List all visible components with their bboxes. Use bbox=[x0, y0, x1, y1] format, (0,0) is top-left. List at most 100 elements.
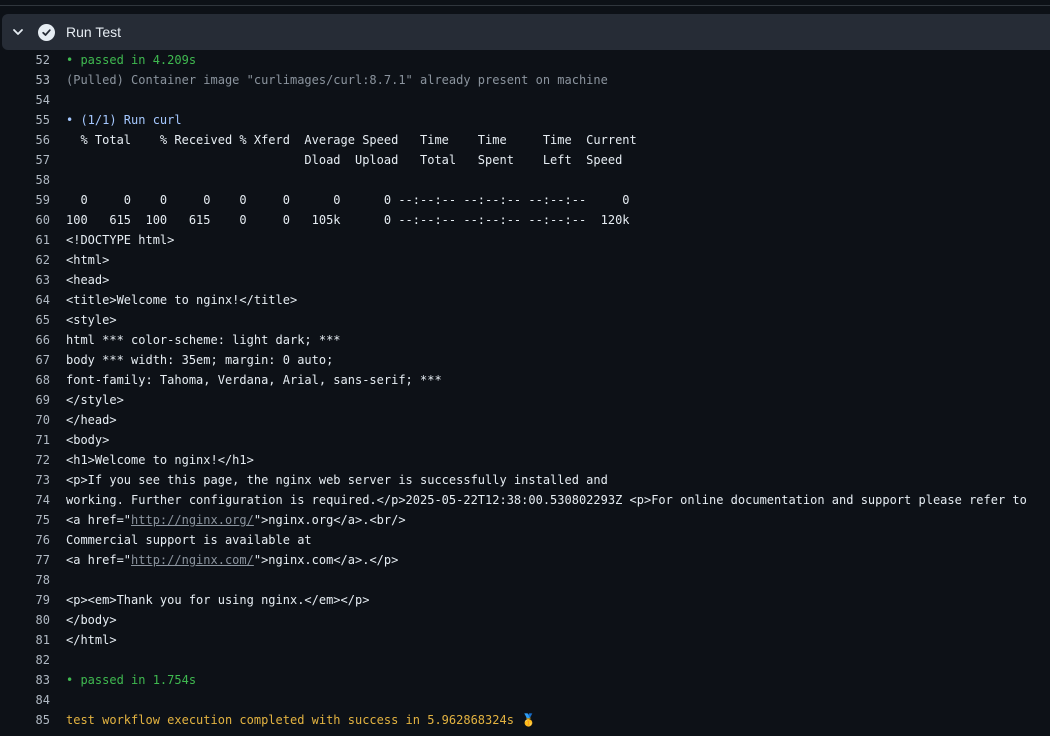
line-text: <style> bbox=[66, 310, 117, 330]
log-output: 52 • passed in 4.209s 53 (Pulled) Container… bbox=[0, 50, 1050, 730]
log-line: 72 <h1>Welcome to nginx!</h1> bbox=[0, 450, 1050, 470]
line-number[interactable]: 70 bbox=[0, 410, 50, 430]
line-number[interactable]: 64 bbox=[0, 290, 50, 310]
line-number[interactable]: 75 bbox=[0, 510, 50, 530]
log-line: 63 <head> bbox=[0, 270, 1050, 290]
line-number[interactable]: 81 bbox=[0, 630, 50, 650]
line-number[interactable]: 65 bbox=[0, 310, 50, 330]
line-text: 100 615 100 615 0 0 105k 0 --:--:-- --:-… bbox=[66, 210, 630, 230]
log-link[interactable]: http://nginx.com/ bbox=[131, 553, 254, 567]
log-line: 77 <a href="http://nginx.com/">nginx.com<… bbox=[0, 550, 1050, 570]
log-line: 58 bbox=[0, 170, 1050, 190]
line-number[interactable]: 56 bbox=[0, 130, 50, 150]
line-text: (Pulled) Container image "curlimages/cur… bbox=[66, 70, 608, 90]
line-number[interactable]: 57 bbox=[0, 150, 50, 170]
line-text: <a href="http://nginx.org/">nginx.org</a… bbox=[66, 510, 406, 530]
line-number[interactable]: 60 bbox=[0, 210, 50, 230]
log-segment: • (1/1) Run curl bbox=[66, 113, 182, 127]
line-text: test workflow execution completed with s… bbox=[66, 710, 536, 730]
log-line: 70 </head> bbox=[0, 410, 1050, 430]
line-text: <html> bbox=[66, 250, 109, 270]
top-divider bbox=[0, 5, 1050, 6]
log-link[interactable]: http://nginx.org/ bbox=[131, 513, 254, 527]
log-segment: (Pulled) Container image "curlimages/cur… bbox=[66, 73, 608, 87]
log-segment: <p><em>Thank you for using nginx.</em></… bbox=[66, 593, 370, 607]
line-number[interactable]: 66 bbox=[0, 330, 50, 350]
log-segment: Dload Upload Total Spent Left Speed bbox=[66, 153, 623, 167]
line-number[interactable]: 79 bbox=[0, 590, 50, 610]
line-number[interactable]: 78 bbox=[0, 570, 50, 590]
line-text: % Total % Received % Xferd Average Speed… bbox=[66, 130, 636, 150]
line-number[interactable]: 53 bbox=[0, 70, 50, 90]
line-number[interactable]: 74 bbox=[0, 490, 50, 510]
line-number[interactable]: 72 bbox=[0, 450, 50, 470]
line-number[interactable]: 59 bbox=[0, 190, 50, 210]
log-segment: <body> bbox=[66, 433, 110, 447]
log-line: 60 100 615 100 615 0 0 105k 0 --:--:-- --… bbox=[0, 210, 1050, 230]
log-segment: </head> bbox=[66, 413, 117, 427]
line-number[interactable]: 54 bbox=[0, 90, 50, 110]
log-segment: font-family: Tahoma, Verdana, Arial, san… bbox=[66, 373, 442, 387]
log-line: 81 </html> bbox=[0, 630, 1050, 650]
line-text: html *** color-scheme: light dark; *** bbox=[66, 330, 341, 350]
line-number[interactable]: 52 bbox=[0, 50, 50, 70]
line-number[interactable]: 85 bbox=[0, 710, 50, 730]
line-text: <!DOCTYPE html> bbox=[66, 230, 174, 250]
log-line: 56 % Total % Received % Xferd Average Sp… bbox=[0, 130, 1050, 150]
line-number[interactable]: 83 bbox=[0, 670, 50, 690]
line-number[interactable]: 73 bbox=[0, 470, 50, 490]
log-line: 74 working. Further configuration is requ… bbox=[0, 490, 1050, 510]
line-text: 0 0 0 0 0 0 0 0 --:--:-- --:--:-- --:--:… bbox=[66, 190, 630, 210]
log-line: 64 <title>Welcome to nginx!</title> bbox=[0, 290, 1050, 310]
log-segment: ">nginx.com</a>.</p> bbox=[253, 553, 399, 567]
log-line: 53 (Pulled) Container image "curlimages/c… bbox=[0, 70, 1050, 90]
line-number[interactable]: 77 bbox=[0, 550, 50, 570]
log-line: 79 <p><em>Thank you for using nginx.</em>… bbox=[0, 590, 1050, 610]
line-text: • passed in 4.209s bbox=[66, 50, 196, 70]
log-segment: 100 615 100 615 0 0 105k 0 --:--:-- --:-… bbox=[66, 213, 630, 227]
line-number[interactable]: 67 bbox=[0, 350, 50, 370]
line-text: working. Further configuration is requir… bbox=[66, 490, 1027, 510]
line-number[interactable]: 69 bbox=[0, 390, 50, 410]
line-text: <title>Welcome to nginx!</title> bbox=[66, 290, 297, 310]
line-text: <head> bbox=[66, 270, 109, 290]
log-segment: <!DOCTYPE html> bbox=[66, 233, 175, 247]
log-segment: 0 0 0 0 0 0 0 0 --:--:-- --:--:-- --:--:… bbox=[66, 193, 630, 207]
log-segment: test workflow execution completed with s… bbox=[66, 713, 537, 727]
line-number[interactable]: 82 bbox=[0, 650, 50, 670]
line-number[interactable]: 63 bbox=[0, 270, 50, 290]
log-line: 83 • passed in 1.754s bbox=[0, 670, 1050, 690]
line-text: <body> bbox=[66, 430, 109, 450]
log-line: 59 0 0 0 0 0 0 0 0 --:--:-- --:--:-- --:… bbox=[0, 190, 1050, 210]
line-text: <a href="http://nginx.com/">nginx.com</a… bbox=[66, 550, 398, 570]
log-segment: ">nginx.org</a>.<br/> bbox=[253, 513, 406, 527]
line-number[interactable]: 61 bbox=[0, 230, 50, 250]
line-number[interactable]: 55 bbox=[0, 110, 50, 130]
line-number[interactable]: 84 bbox=[0, 690, 50, 710]
log-line: 61 <!DOCTYPE html> bbox=[0, 230, 1050, 250]
line-number[interactable]: 68 bbox=[0, 370, 50, 390]
line-text: <p>If you see this page, the nginx web s… bbox=[66, 470, 608, 490]
log-line: 85 test workflow execution completed with… bbox=[0, 710, 1050, 730]
log-segment: </body> bbox=[66, 613, 117, 627]
line-text: • passed in 1.754s bbox=[66, 670, 196, 690]
chevron-down-icon[interactable] bbox=[12, 26, 24, 38]
log-segment: </html> bbox=[66, 633, 117, 647]
log-line: 52 • passed in 4.209s bbox=[0, 50, 1050, 70]
line-number[interactable]: 80 bbox=[0, 610, 50, 630]
log-line: 55 • (1/1) Run curl bbox=[0, 110, 1050, 130]
log-line: 82 bbox=[0, 650, 1050, 670]
line-number[interactable]: 71 bbox=[0, 430, 50, 450]
log-line: 84 bbox=[0, 690, 1050, 710]
line-number[interactable]: 58 bbox=[0, 170, 50, 190]
line-text: Commercial support is available at bbox=[66, 530, 312, 550]
log-segment: </style> bbox=[66, 393, 124, 407]
log-line: 66 html *** color-scheme: light dark; *** bbox=[0, 330, 1050, 350]
check-circle-icon bbox=[38, 23, 55, 41]
log-segment: html *** color-scheme: light dark; *** bbox=[66, 333, 341, 347]
line-number[interactable]: 76 bbox=[0, 530, 50, 550]
line-number[interactable]: 62 bbox=[0, 250, 50, 270]
log-line: 65 <style> bbox=[0, 310, 1050, 330]
log-segment: Commercial support is available at bbox=[66, 533, 312, 547]
step-header[interactable]: Run Test bbox=[2, 14, 1050, 50]
